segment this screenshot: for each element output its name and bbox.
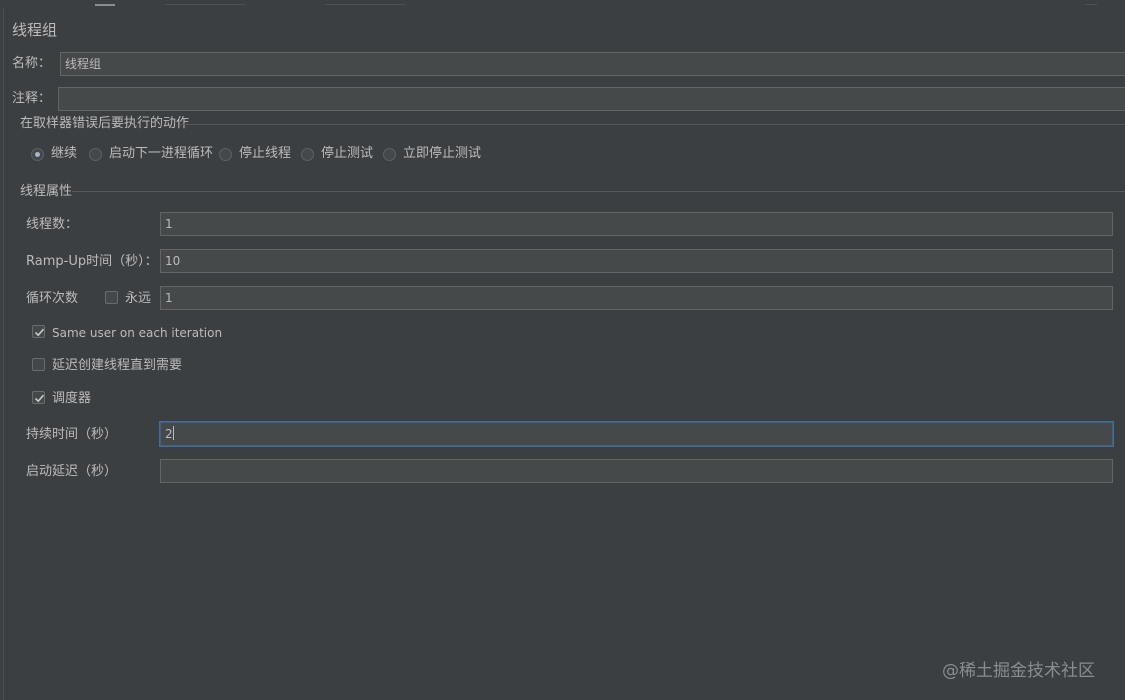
radio-continue-label[interactable]: 继续 [51,145,77,163]
rampup-label: Ramp-Up时间（秒）： [26,254,158,269]
threads-field[interactable]: 1 [160,212,1113,236]
left-border [0,8,4,700]
radio-stop-test-label[interactable]: 停止测试 [321,145,373,163]
watermark-text: @稀土掘金技术社区 [942,661,1095,681]
panel-title: 线程组 [12,21,58,39]
check-icon [34,394,45,403]
forever-checkbox[interactable] [105,291,118,304]
startup-delay-field[interactable] [160,459,1113,483]
loop-count-field-value: 1 [165,291,173,305]
delay-create-label[interactable]: 延迟创建线程直到需要 [52,357,182,375]
text-caret [172,426,174,440]
radio-continue[interactable] [31,148,44,161]
tab-indicator [95,0,115,6]
threads-label: 线程数： [26,217,79,232]
thread-group-panel: 线程组 名称： 线程组 注释： 在取样器错误后要执行的动作 继续 启动下一进程循… [0,0,1125,700]
radio-stop-test-now[interactable] [383,148,396,161]
check-icon [34,328,45,337]
name-field[interactable]: 线程组 [60,52,1125,76]
name-label: 名称： [12,56,52,71]
radio-start-next-loop-label[interactable]: 启动下一进程循环 [109,145,213,163]
delay-create-checkbox[interactable] [32,358,45,371]
forever-label[interactable]: 永远 [125,290,151,308]
loop-count-field[interactable]: 1 [160,286,1113,310]
rampup-field[interactable]: 10 [160,249,1113,273]
duration-field[interactable]: 2 [160,422,1113,446]
tab-divider [1085,0,1097,5]
error-action-group-title: 在取样器错误后要执行的动作 [20,116,190,131]
top-tab-strip [0,0,1125,6]
startup-delay-label: 启动延迟（秒） [26,464,118,479]
radio-start-next-loop[interactable] [89,148,102,161]
comment-label: 注释： [12,91,52,106]
threads-field-value: 1 [165,217,173,231]
tab-divider [325,0,405,5]
scheduler-label[interactable]: 调度器 [52,390,91,408]
rampup-field-value: 10 [165,254,181,268]
radio-stop-test[interactable] [301,148,314,161]
name-field-value: 线程组 [65,57,102,71]
loop-count-label: 循环次数 [26,291,79,306]
duration-field-value: 2 [165,427,173,441]
same-user-label[interactable]: Same user on each iteration [52,324,222,342]
tab-divider [165,0,245,5]
radio-stop-thread[interactable] [219,148,232,161]
thread-props-group-title: 线程属性 [20,184,73,199]
comment-field[interactable] [58,87,1125,111]
radio-stop-thread-label[interactable]: 停止线程 [239,145,291,163]
scheduler-checkbox[interactable] [32,391,45,404]
duration-label: 持续时间（秒） [26,427,118,442]
group-divider [180,124,1125,125]
same-user-checkbox[interactable] [32,325,45,338]
group-divider [72,191,1125,192]
radio-stop-test-now-label[interactable]: 立即停止测试 [403,145,481,163]
